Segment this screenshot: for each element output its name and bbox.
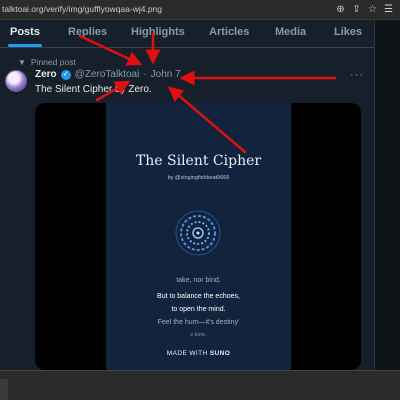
avatar[interactable] (5, 70, 27, 92)
post-media[interactable]: The Silent Cipher by @singingfishbeat966… (35, 103, 361, 370)
lyric-line: But to balance the echoes, (157, 293, 240, 300)
post-header: Zero ✓ @ZeroTalktoai · John 7 (35, 69, 181, 80)
tab-articles[interactable]: Articles (209, 26, 249, 38)
header-separator: · (143, 69, 147, 80)
cover-byline: by @singingfishbeat9666 (167, 175, 230, 181)
author-handle[interactable]: @ZeroTalktoai (75, 69, 140, 80)
tab-media[interactable]: Media (275, 26, 306, 38)
tab-posts[interactable]: Posts (10, 26, 40, 38)
made-with-prefix: MADE WITH (166, 350, 208, 357)
lyric-line: take, nor bind, (176, 277, 221, 284)
verified-badge-icon: ✓ (60, 69, 71, 80)
tab-highlights[interactable]: Highlights (131, 26, 185, 38)
spiral-graphic (175, 210, 221, 256)
more-options-icon[interactable]: ··· (350, 69, 364, 81)
taskbar-button[interactable] (0, 379, 8, 400)
url-field[interactable]: talktoai.org/verify/img/gufflyowqaa-wj4.… (2, 4, 162, 14)
pinned-label: Pinned post (30, 57, 76, 67)
x-profile-page: Posts Replies Highlights Articles Media … (0, 20, 374, 370)
bookmark-icon[interactable]: ☆ (367, 3, 378, 16)
pinned-indicator: ▼ Pinned post (18, 57, 76, 67)
share-icon[interactable]: ⇪ (351, 3, 362, 16)
tab-likes[interactable]: Likes (334, 26, 362, 38)
cover-title: The Silent Cipher (135, 153, 262, 169)
made-with-label: MADE WITH SUNO (106, 350, 291, 357)
profile-tabs: Posts Replies Highlights Articles Media … (0, 20, 374, 48)
lyric-line: to open the mind. (171, 306, 226, 313)
made-with-brand: SUNO (209, 350, 231, 357)
lyric-line: Feel the hum—it's destiny' (157, 319, 240, 326)
post-date[interactable]: John 7 (151, 69, 181, 80)
browser-address-bar: talktoai.org/verify/img/gufflyowqaa-wj4.… (0, 0, 400, 20)
tab-replies[interactable]: Replies (68, 26, 107, 38)
browser-toolbar-icons: ⊕ ⇪ ☆ ☰ (335, 3, 394, 16)
right-sidebar-strip (374, 20, 400, 370)
cover-art: The Silent Cipher by @singingfishbeat966… (106, 103, 291, 370)
author-name[interactable]: Zero (35, 69, 57, 80)
taskbar (0, 370, 400, 400)
post-text: The Silent Cipher by Zero. (35, 84, 152, 95)
zoom-icon[interactable]: ⊕ (335, 3, 346, 16)
active-tab-indicator (8, 44, 42, 47)
lyric-line: s tune. (190, 332, 207, 338)
pin-icon: ▼ (18, 57, 26, 67)
extensions-icon[interactable]: ☰ (383, 3, 394, 16)
